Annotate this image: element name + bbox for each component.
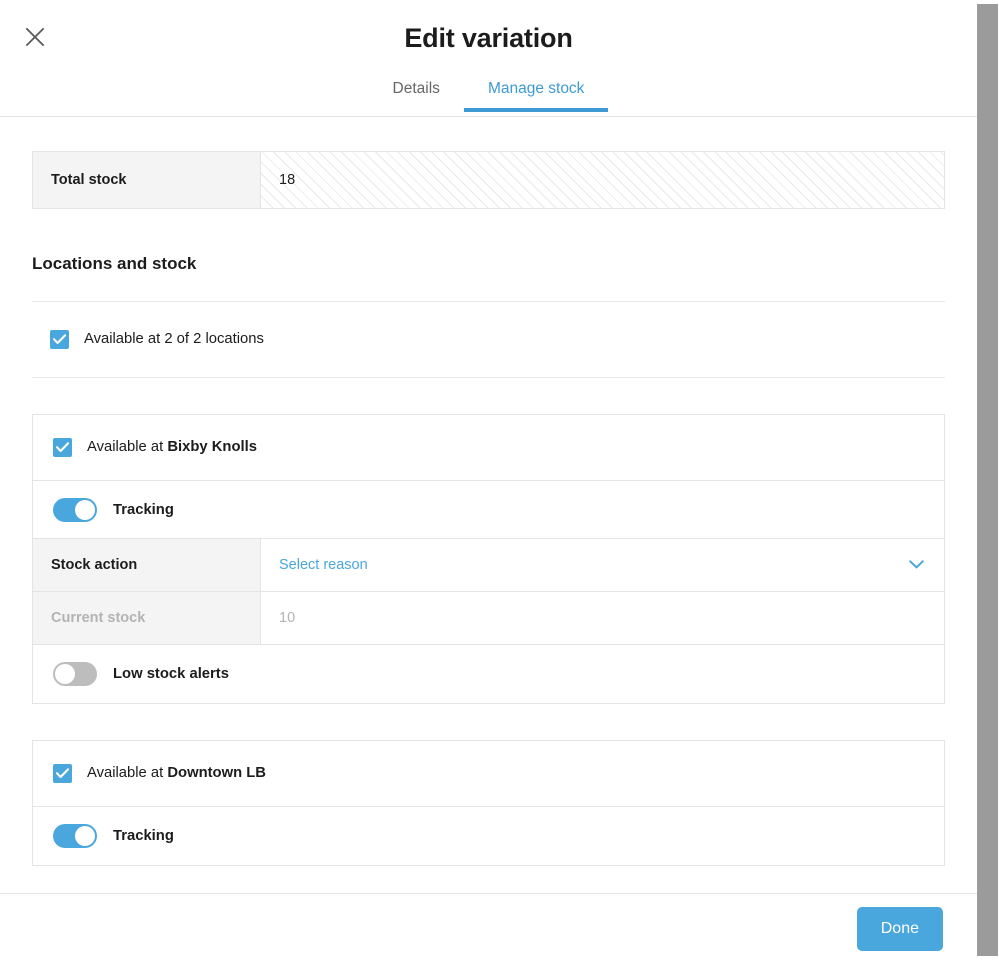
- modal-body: Total stock 18 Locations and stock Avail…: [0, 117, 977, 893]
- stock-action-value: Select reason: [279, 557, 368, 573]
- tracking-label: Tracking: [113, 828, 174, 844]
- tab-details[interactable]: Details: [369, 80, 464, 112]
- location-name: Downtown LB: [167, 765, 266, 781]
- done-button[interactable]: Done: [856, 907, 943, 951]
- stock-action-row[interactable]: Stock action Select reason: [33, 539, 944, 592]
- tracking-toggle[interactable]: [53, 824, 97, 848]
- page-title: Edit variation: [404, 23, 573, 53]
- tracking-toggle[interactable]: [53, 497, 97, 522]
- low-stock-alerts-label: Low stock alerts: [113, 666, 229, 682]
- modal-header: Edit variation Details Manage stock: [0, 0, 977, 117]
- low-stock-alerts-toggle[interactable]: [53, 662, 97, 686]
- close-button[interactable]: [18, 20, 52, 54]
- location-available-row[interactable]: Available at Downtown LB: [33, 741, 944, 807]
- locations-section-heading: Locations and stock: [32, 254, 197, 273]
- toggle-knob: [75, 826, 95, 846]
- current-stock-row: Current stock 10: [33, 592, 944, 645]
- location-available-prefix: Available at: [87, 765, 168, 781]
- location-available-label: Available at Downtown LB: [87, 764, 266, 783]
- location-name: Bixby Knolls: [167, 439, 257, 455]
- current-stock-value: 10: [261, 592, 944, 644]
- modal-footer: Done: [0, 893, 977, 964]
- page-scrollbar[interactable]: [977, 0, 999, 964]
- toggle-knob: [75, 499, 95, 520]
- location-card-bixby-knolls: Available at Bixby Knolls Tracking Stock…: [32, 414, 945, 704]
- total-stock-label: Total stock: [33, 152, 261, 208]
- toggle-knob: [55, 664, 75, 684]
- current-stock-label: Current stock: [33, 592, 261, 644]
- all-locations-checkbox[interactable]: [50, 330, 69, 349]
- location-available-row[interactable]: Available at Bixby Knolls: [33, 415, 944, 481]
- location-card-downtown-lb: Available at Downtown LB Tracking: [32, 740, 945, 866]
- tracking-row[interactable]: Tracking: [33, 481, 944, 539]
- stock-action-label: Stock action: [33, 539, 261, 591]
- all-locations-row[interactable]: Available at 2 of 2 locations: [32, 301, 945, 378]
- all-locations-label: Available at 2 of 2 locations: [84, 331, 264, 347]
- edit-variation-modal: Edit variation Details Manage stock Tota…: [0, 0, 977, 964]
- tab-bar: Details Manage stock: [0, 70, 977, 112]
- tab-manage-stock[interactable]: Manage stock: [463, 80, 609, 112]
- close-icon: [23, 25, 47, 49]
- location-available-checkbox[interactable]: [53, 764, 72, 783]
- total-stock-value: 18: [261, 152, 944, 208]
- low-stock-alerts-row[interactable]: Low stock alerts: [33, 645, 944, 703]
- app-root: Edit variation Details Manage stock Tota…: [0, 0, 999, 964]
- location-available-label: Available at Bixby Knolls: [87, 438, 257, 457]
- location-available-prefix: Available at: [87, 439, 168, 455]
- tracking-row[interactable]: Tracking: [33, 807, 944, 865]
- total-stock-row: Total stock 18: [32, 151, 945, 209]
- stock-action-select[interactable]: Select reason: [261, 539, 944, 591]
- tracking-label: Tracking: [113, 501, 174, 518]
- location-available-checkbox[interactable]: [53, 438, 72, 457]
- scrollbar-thumb[interactable]: [977, 4, 998, 956]
- chevron-down-icon: [909, 557, 924, 573]
